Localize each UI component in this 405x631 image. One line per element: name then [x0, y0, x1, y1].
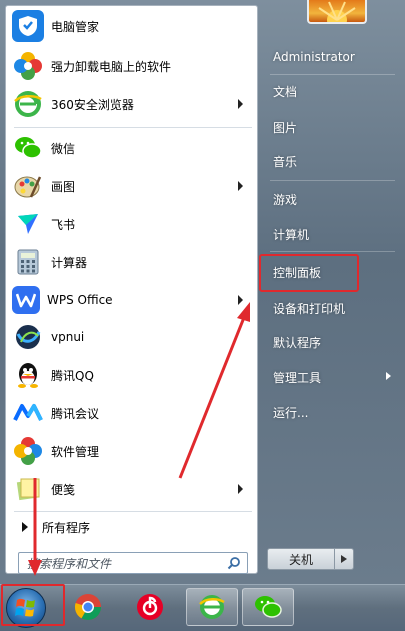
- arrow-to-start-button: [28, 478, 42, 576]
- arrow-to-control-panel: [178, 302, 250, 479]
- annotation-overlay: [28, 302, 250, 576]
